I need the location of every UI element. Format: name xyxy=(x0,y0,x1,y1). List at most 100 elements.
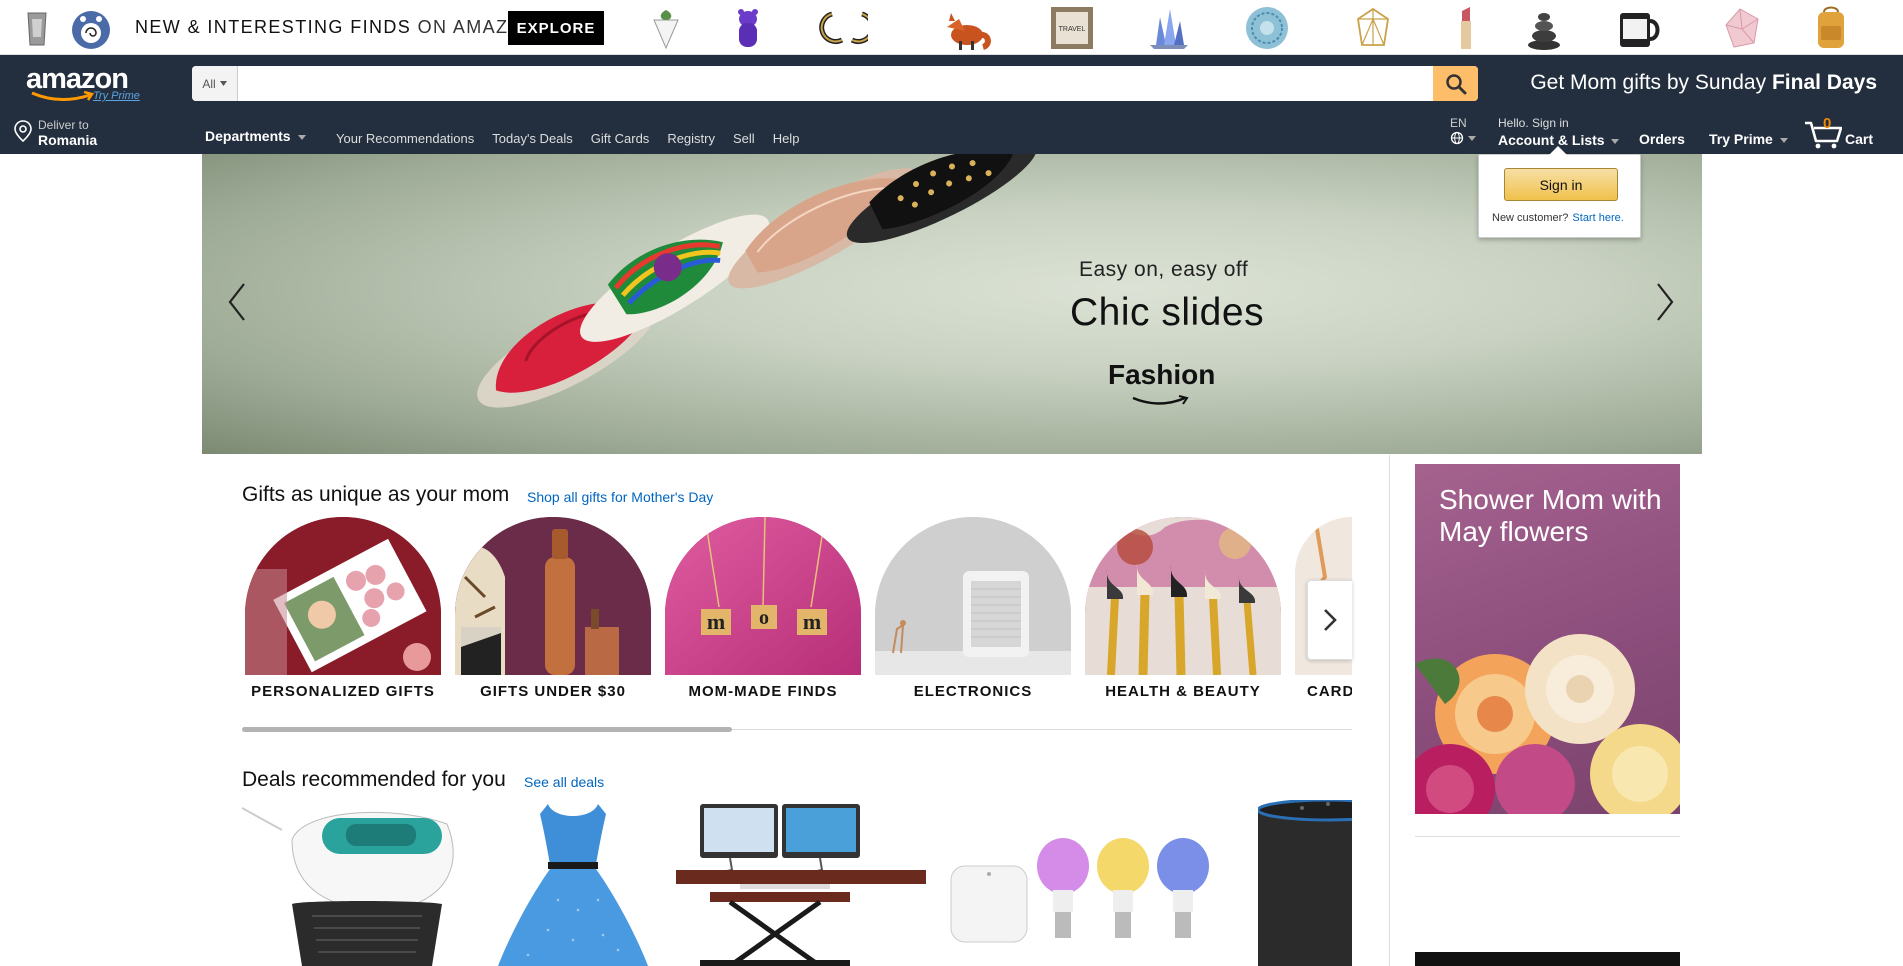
electronics-image xyxy=(875,517,1071,675)
hero-subtitle: Easy on, easy off xyxy=(1079,258,1249,281)
caret-down-icon xyxy=(1779,137,1788,143)
globe-icon xyxy=(1450,131,1464,145)
deliver-to[interactable]: Deliver to Romania xyxy=(14,116,124,150)
category-card-electronics[interactable] xyxy=(875,517,1071,675)
chevron-right-icon[interactable] xyxy=(1654,282,1676,322)
deal-item-smart-bulbs[interactable] xyxy=(945,800,1215,966)
smile-icon xyxy=(31,91,95,101)
nav-belt: amazon Try Prime All Get Mom gifts by Su… xyxy=(0,55,1903,109)
promo-item-rose-quartz[interactable] xyxy=(1713,3,1769,53)
health-beauty-image xyxy=(1085,517,1281,675)
promo-item-planter[interactable] xyxy=(638,3,694,53)
category-label-health-beauty[interactable]: HEALTH & BEAUTY xyxy=(1085,683,1281,700)
location-pin-icon xyxy=(14,120,32,142)
hero-sandals-illustration xyxy=(477,154,1037,408)
cart-count: 0 xyxy=(1823,115,1832,132)
nav-link-recommendations[interactable]: Your Recommendations xyxy=(336,131,474,146)
start-here-link[interactable]: Start here. xyxy=(1572,212,1623,224)
category-card-personalized[interactable] xyxy=(245,517,441,675)
promo-headline[interactable]: NEW & INTERESTING FINDS ON AMAZON xyxy=(135,17,538,38)
hero-title: Chic slides xyxy=(1070,291,1265,334)
promo-item-backpack[interactable] xyxy=(1803,3,1859,53)
carousel-next-button[interactable] xyxy=(1307,580,1352,660)
see-all-deals-link[interactable]: See all deals xyxy=(524,774,604,790)
promo-thumb-plush[interactable] xyxy=(68,5,114,51)
svg-text:o: o xyxy=(759,607,769,629)
nav-main: Deliver to Romania Departments Your Reco… xyxy=(0,109,1903,154)
greeting-text: Hello. Sign in xyxy=(1498,116,1569,130)
carousel-scroll-thumb[interactable] xyxy=(242,727,732,732)
echo-speaker-image xyxy=(1258,800,1352,966)
deals-section-title: Deals recommended for you xyxy=(242,768,506,791)
deal-item-standing-desk[interactable] xyxy=(670,800,940,966)
nav-links: Your Recommendations Today's Deals Gift … xyxy=(336,131,799,146)
account-lists-menu[interactable]: Hello. Sign in Account & Lists xyxy=(1498,116,1620,148)
search-category-label: All xyxy=(202,76,216,91)
promo-item-lipstick[interactable] xyxy=(1438,3,1494,53)
try-prime-link[interactable]: Try Prime xyxy=(93,90,140,102)
caret-down-icon xyxy=(219,81,227,86)
orders-link[interactable]: Orders xyxy=(1639,131,1685,147)
promo-item-mug[interactable] xyxy=(1611,3,1667,53)
language-code: EN xyxy=(1450,116,1467,130)
cart-label: Cart xyxy=(1845,131,1874,147)
chevron-left-icon[interactable] xyxy=(226,282,248,322)
smart-bulbs-image xyxy=(950,838,1209,943)
category-card-under-30[interactable] xyxy=(455,517,651,675)
hero-carousel[interactable]: Easy on, easy off Chic slides Fashion xyxy=(202,154,1702,454)
promo-item-gummy-bear[interactable] xyxy=(720,3,776,53)
category-card-mom-made[interactable]: m o m xyxy=(665,517,861,675)
promo-item-crystals[interactable] xyxy=(1141,3,1197,53)
promo-item-terrarium[interactable] xyxy=(1345,3,1401,53)
nav-link-help[interactable]: Help xyxy=(773,131,800,146)
search-category-select[interactable]: All xyxy=(192,66,238,101)
category-label-cards[interactable]: CARD xyxy=(1307,683,1352,700)
deal-item-echo[interactable] xyxy=(1258,800,1352,966)
promo-strip: NEW & INTERESTING FINDS ON AMAZON EXPLOR… xyxy=(0,0,1903,55)
search-input[interactable] xyxy=(240,66,1424,101)
try-prime-menu[interactable]: Try Prime xyxy=(1709,131,1788,147)
search-bar: All xyxy=(192,66,1478,101)
nav-link-registry[interactable]: Registry xyxy=(667,131,715,146)
search-submit-button[interactable] xyxy=(1433,66,1478,101)
deal-item-dress[interactable] xyxy=(488,800,658,966)
promo-thumb-tarot[interactable] xyxy=(14,5,60,51)
deal-item-heat-press[interactable] xyxy=(242,800,472,966)
cart-button[interactable]: 0 Cart xyxy=(1804,115,1884,151)
gifts-section-title: Gifts as unique as your mom xyxy=(242,483,510,506)
hero-brand: Fashion xyxy=(1108,359,1216,390)
standing-desk-image xyxy=(676,804,926,966)
promo-item-tapestry[interactable] xyxy=(1239,3,1295,53)
promo-item-cairn[interactable] xyxy=(1516,3,1572,53)
promo-item-travel-box[interactable]: TRAVEL xyxy=(1044,3,1100,53)
amazon-logo[interactable]: amazon Try Prime xyxy=(26,63,156,103)
caret-down-icon xyxy=(1611,138,1620,144)
category-label-electronics[interactable]: ELECTRONICS xyxy=(875,683,1071,700)
right-rail-separator xyxy=(1415,836,1680,837)
deliver-to-label: Deliver to xyxy=(38,118,89,132)
category-label-under-30[interactable]: GIFTS UNDER $30 xyxy=(455,683,651,700)
right-rail-ad-2[interactable] xyxy=(1415,952,1680,966)
promo-item-earrings[interactable] xyxy=(812,3,868,53)
nav-link-todays-deals[interactable]: Today's Deals xyxy=(492,131,573,146)
category-label-personalized[interactable]: PERSONALIZED GIFTS xyxy=(245,683,441,700)
ad-headline: Shower Mom with May flowers xyxy=(1439,484,1662,547)
chevron-right-icon xyxy=(1324,609,1337,631)
language-selector[interactable]: EN xyxy=(1450,116,1476,145)
caret-down-icon xyxy=(298,134,307,140)
nav-link-gift-cards[interactable]: Gift Cards xyxy=(591,131,650,146)
new-customer-text: New customer? Start here. xyxy=(1492,212,1624,224)
shop-all-gifts-link[interactable]: Shop all gifts for Mother's Day xyxy=(527,489,713,505)
heat-press-image xyxy=(242,807,454,966)
category-card-health-beauty[interactable] xyxy=(1085,517,1281,675)
right-rail-divider xyxy=(1389,455,1390,966)
category-label-mom-made[interactable]: MOM-MADE FINDS xyxy=(665,683,861,700)
swm-promo-link[interactable]: Get Mom gifts by Sunday Final Days xyxy=(1530,71,1877,95)
departments-menu[interactable]: Departments xyxy=(205,128,307,144)
promo-item-fox[interactable] xyxy=(938,3,994,53)
mothers-day-flowers-ad[interactable]: Shower Mom with May flowers xyxy=(1415,464,1680,814)
nav-link-sell[interactable]: Sell xyxy=(733,131,755,146)
signin-button[interactable]: Sign in xyxy=(1504,168,1618,201)
explore-button[interactable]: EXPLORE xyxy=(508,11,604,45)
search-icon xyxy=(1445,73,1466,94)
